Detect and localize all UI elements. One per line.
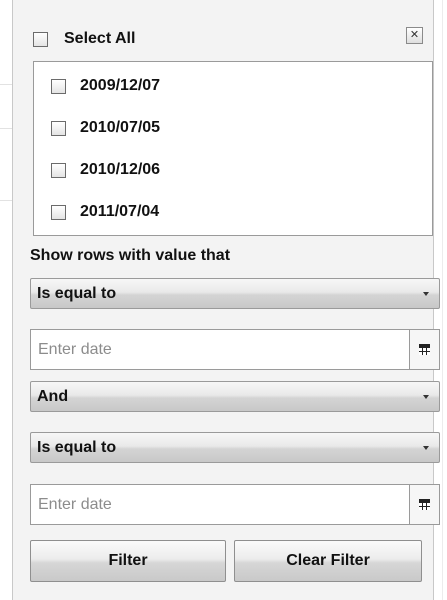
second-date-field [30, 484, 440, 525]
chevron-down-icon [423, 292, 429, 296]
background-grid-line [0, 128, 12, 129]
chevron-down-icon [423, 395, 429, 399]
value-checkbox[interactable] [51, 78, 66, 94]
list-item-label: 2011/07/04 [80, 203, 160, 220]
background-grid-line [0, 200, 12, 201]
filter-menu-panel: Select All ✕ 2009/12/07 2010/07/05 2010/… [12, 0, 440, 600]
value-checkbox[interactable] [51, 162, 66, 178]
background-grid-line [0, 84, 12, 85]
calendar-button[interactable] [410, 330, 439, 369]
first-operator-dropdown[interactable]: Is equal to [30, 278, 440, 309]
filter-button[interactable]: Filter [30, 540, 226, 582]
list-item-label: 2009/12/07 [80, 77, 161, 94]
chevron-down-icon [423, 446, 429, 450]
condition-section-label: Show rows with value that [30, 247, 231, 264]
first-date-field [30, 329, 440, 370]
first-operator-value: Is equal to [37, 285, 117, 302]
close-icon[interactable]: ✕ [406, 27, 423, 44]
value-checkbox[interactable] [51, 120, 66, 136]
list-item-label: 2010/12/06 [80, 161, 161, 178]
calendar-icon [419, 499, 430, 510]
first-date-input[interactable] [31, 330, 409, 369]
logic-operator-value: And [37, 388, 69, 405]
calendar-icon [419, 344, 430, 355]
background-grid-line [442, 0, 443, 600]
list-item[interactable]: 2010/07/05 [51, 119, 160, 137]
second-operator-value: Is equal to [37, 439, 117, 456]
select-all-checkbox[interactable] [33, 31, 48, 47]
second-operator-dropdown[interactable]: Is equal to [30, 432, 440, 463]
value-checkbox[interactable] [51, 204, 66, 220]
select-all-row[interactable]: Select All [33, 30, 135, 48]
logic-operator-dropdown[interactable]: And [30, 381, 440, 412]
values-list: 2009/12/07 2010/07/05 2010/12/06 2011/07… [33, 61, 433, 236]
calendar-button[interactable] [410, 485, 439, 524]
select-all-label: Select All [64, 30, 136, 47]
list-item[interactable]: 2011/07/04 [51, 203, 159, 221]
clear-filter-button[interactable]: Clear Filter [234, 540, 422, 582]
second-date-input[interactable] [31, 485, 409, 524]
list-item[interactable]: 2009/12/07 [51, 77, 160, 95]
list-item-label: 2010/07/05 [80, 119, 161, 136]
list-item[interactable]: 2010/12/06 [51, 161, 160, 179]
